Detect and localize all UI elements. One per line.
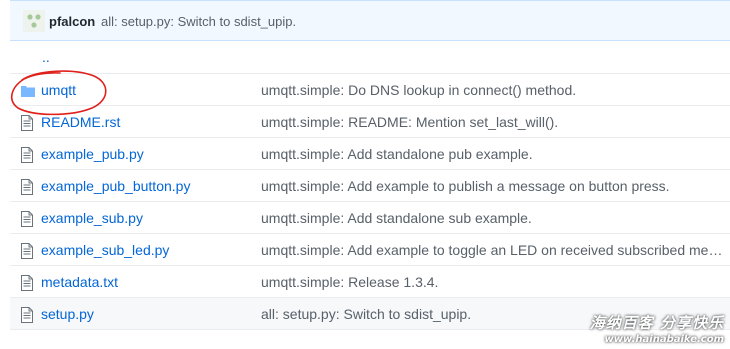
file-name-link[interactable]: umqtt: [41, 82, 76, 98]
file-icon: [21, 147, 35, 163]
file-name-link[interactable]: example_pub.py: [41, 146, 144, 162]
commit-author[interactable]: pfalcon: [49, 14, 95, 29]
file-row[interactable]: example_sub.py umqtt.simple: Add standalo…: [10, 202, 730, 234]
latest-commit-bar: pfalcon all: setup.py: Switch to sdist_u…: [10, 0, 730, 41]
file-browser: pfalcon all: setup.py: Switch to sdist_u…: [10, 0, 730, 349]
file-row[interactable]: README.rst umqtt.simple: README: Mention …: [10, 106, 730, 138]
author-avatar[interactable]: [23, 10, 45, 32]
file-row[interactable]: example_pub_button.py umqtt.simple: Add e…: [10, 170, 730, 202]
commit-message-link[interactable]: umqtt.simple: Do DNS lookup in connect()…: [261, 82, 723, 98]
commit-message[interactable]: all: setup.py: Switch to sdist_upip.: [101, 14, 296, 29]
file-icon: [21, 211, 35, 227]
file-row[interactable]: umqtt umqtt.simple: Do DNS lookup in conn…: [10, 74, 730, 106]
commit-message-link[interactable]: umqtt.simple: Release 1.3.4.: [261, 274, 723, 290]
file-icon: [21, 115, 35, 131]
commit-message-link[interactable]: umqtt.simple: Add example to publish a m…: [261, 178, 723, 194]
commit-message-link[interactable]: umqtt.simple: Add standalone pub example…: [261, 146, 723, 162]
file-table: .. umqtt umqtt.simple: Do DNS lookup in c…: [10, 41, 730, 330]
commit-message-link[interactable]: umqtt.simple: Add example to toggle an L…: [261, 242, 723, 258]
file-row[interactable]: setup.py all: setup.py: Switch to sdist_u…: [10, 298, 730, 330]
file-row[interactable]: example_pub.py umqtt.simple: Add standalo…: [10, 138, 730, 170]
file-name-link[interactable]: example_pub_button.py: [41, 178, 190, 194]
commit-message-link[interactable]: all: setup.py: Switch to sdist_upip.: [261, 306, 723, 322]
file-name-link[interactable]: README.rst: [41, 114, 120, 130]
file-name-link[interactable]: setup.py: [41, 306, 94, 322]
parent-directory-row[interactable]: ..: [10, 41, 730, 74]
commit-message-link[interactable]: umqtt.simple: README: Mention set_last_w…: [261, 114, 723, 130]
file-name-link[interactable]: example_sub.py: [41, 210, 143, 226]
file-icon: [21, 275, 35, 291]
parent-directory-link[interactable]: ..: [42, 49, 50, 65]
file-row[interactable]: example_sub_led.py umqtt.simple: Add exam…: [10, 234, 730, 266]
file-icon: [21, 179, 35, 195]
file-icon: [21, 243, 35, 259]
file-row[interactable]: metadata.txt umqtt.simple: Release 1.3.4.: [10, 266, 730, 298]
folder-icon: [21, 83, 35, 99]
file-name-link[interactable]: metadata.txt: [41, 274, 118, 290]
commit-message-link[interactable]: umqtt.simple: Add standalone sub example…: [261, 210, 723, 226]
file-icon: [21, 307, 35, 323]
file-name-link[interactable]: example_sub_led.py: [41, 242, 169, 258]
